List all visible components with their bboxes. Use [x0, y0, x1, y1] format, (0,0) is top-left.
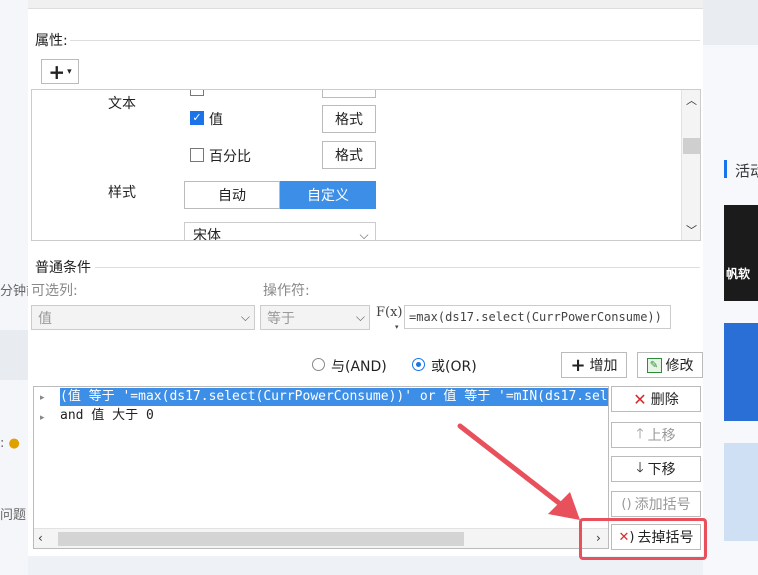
annotation-arrow-icon	[457, 423, 580, 520]
modify-condition-button[interactable]: ✎ 修改	[637, 352, 703, 378]
formula-dropdown-icon[interactable]: ▾	[395, 323, 399, 331]
percent-checkbox[interactable]	[190, 148, 204, 162]
and-radio[interactable]	[312, 358, 325, 371]
style-custom-tab[interactable]: 自定义	[280, 181, 376, 209]
formula-input[interactable]: =max(ds17.select(CurrPowerConsume))	[404, 305, 671, 329]
font-select[interactable]: 宋体 ⌵	[184, 222, 376, 241]
tree-horizontal-scrollbar[interactable]: ‹ ›	[34, 528, 608, 548]
edit-icon: ✎	[646, 357, 662, 373]
properties-title: 属性:	[35, 33, 68, 49]
bg-thumbnail[interactable]	[724, 443, 758, 541]
bg-coin-icon: : ●	[0, 436, 20, 451]
expand-icon[interactable]: ▸	[40, 393, 45, 403]
delete-icon: ✕	[633, 389, 647, 409]
background-header	[703, 0, 758, 45]
operator-select[interactable]: 等于 ⌵	[260, 305, 370, 330]
scroll-left-icon[interactable]: ‹	[38, 531, 43, 545]
background-page-left: 分钟前 : ● 问题	[0, 0, 28, 575]
scrollbar-thumb[interactable]	[683, 138, 700, 154]
properties-panel: 文本 ✓ 值 格式 百分比 格式 样式 自动 自定义 宋体 ⌵ ︿ ﹀	[31, 89, 701, 241]
and-radio-label: 与(AND)	[331, 359, 387, 375]
annotation-highlight-box	[579, 518, 707, 560]
add-condition-button[interactable]: + 增加	[561, 352, 627, 378]
properties-scrollbar[interactable]: ︿ ﹀	[681, 90, 700, 240]
text-label: 文本	[108, 96, 136, 112]
bg-thumbnail[interactable]: 帆软	[724, 205, 758, 301]
tree-row-selected[interactable]: (值 等于 '=max(ds17.select(CurrPowerConsume…	[60, 388, 608, 406]
value-format-button[interactable]: 格式	[322, 105, 376, 133]
column-select[interactable]: 值 ⌵	[31, 305, 255, 330]
divider	[70, 40, 700, 41]
style-label: 样式	[108, 185, 136, 201]
chevron-down-icon: ⌵	[240, 309, 250, 324]
expand-icon[interactable]: ▸	[40, 413, 45, 423]
bg-thumbnail[interactable]	[724, 323, 758, 421]
bg-section-title: 活动	[735, 162, 758, 180]
bg-accent-bar	[724, 160, 727, 178]
value-checkbox[interactable]: ✓	[190, 111, 204, 125]
chevron-down-icon: ⌵	[355, 309, 365, 324]
optional-column-label: 可选列:	[31, 283, 78, 299]
or-radio-label: 或(OR)	[431, 359, 477, 375]
operator-label: 操作符:	[263, 283, 310, 299]
hidden-checkbox[interactable]	[190, 90, 204, 96]
bg-block	[0, 330, 28, 380]
hidden-format-button[interactable]	[322, 90, 376, 98]
value-label: 值	[209, 112, 223, 128]
move-up-button[interactable]: 🡑 上移	[611, 422, 701, 448]
dialog-title-bar	[28, 0, 703, 9]
percent-format-button[interactable]: 格式	[322, 141, 376, 169]
scrollbar-thumb[interactable]	[58, 532, 464, 546]
bg-text: 问题	[0, 508, 27, 523]
style-auto-tab[interactable]: 自动	[184, 181, 280, 209]
scroll-up-icon[interactable]: ︿	[686, 92, 697, 108]
parentheses-icon: ()	[621, 496, 632, 512]
delete-button[interactable]: ✕ 删除	[611, 386, 701, 412]
arrow-up-icon: 🡑	[636, 426, 644, 442]
divider	[95, 267, 700, 268]
move-down-button[interactable]: 🡓 下移	[611, 456, 701, 482]
chevron-down-icon: ▾	[67, 66, 72, 77]
radio-dot	[416, 362, 421, 367]
add-parentheses-button[interactable]: () 添加括号	[611, 491, 701, 517]
or-radio[interactable]	[412, 358, 425, 371]
add-property-button[interactable]: + ▾	[41, 59, 79, 84]
formula-icon[interactable]: F(x)	[376, 305, 403, 320]
chevron-down-icon: ⌵	[359, 227, 369, 241]
bg-text: 分钟前	[0, 284, 28, 299]
plus-icon: +	[570, 354, 586, 376]
conditions-title: 普通条件	[35, 260, 91, 276]
arrow-down-icon: 🡓	[636, 460, 644, 476]
percent-label: 百分比	[209, 149, 251, 165]
scroll-down-icon[interactable]: ﹀	[686, 222, 697, 238]
tree-row[interactable]: and 值 大于 0	[60, 407, 154, 425]
